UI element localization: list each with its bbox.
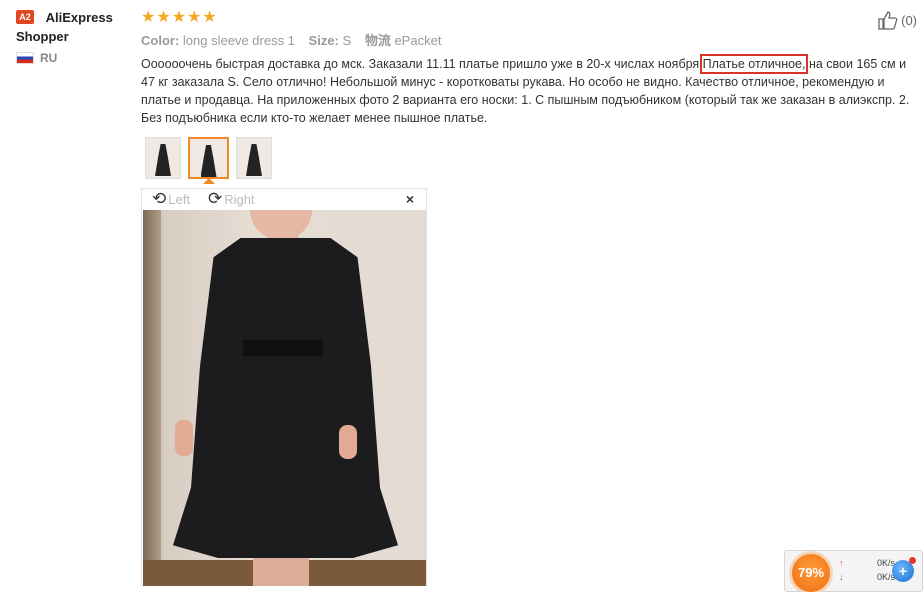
- star-icon: ★: [187, 9, 202, 26]
- dress-photo: [143, 210, 426, 586]
- dress-thumbnail-image: [155, 144, 171, 176]
- rotate-right-label: Right: [224, 191, 255, 207]
- logistics-label: 物流: [364, 33, 391, 48]
- rotate-left-button[interactable]: ⟲ Left: [152, 189, 190, 209]
- color-value: long sleeve dress 1: [182, 33, 295, 48]
- photo-thumbnails: [145, 137, 913, 179]
- star-icon: ★: [171, 9, 187, 26]
- thumbnail-1[interactable]: [145, 137, 181, 179]
- thumbnail-3[interactable]: [236, 137, 272, 179]
- review-item: ★ ★ ★ ★ ★ Color: long sleeve dress 1 Size: S…: [141, 9, 913, 179]
- reviewer-name-line2: Shopper: [16, 29, 69, 44]
- rotate-left-label: Left: [168, 191, 190, 207]
- network-speed-widget[interactable]: 79% ↑ 0K/s ↓ 0K/s +: [784, 550, 923, 592]
- reviewer-country: RU: [16, 51, 136, 65]
- size-label: Size:: [308, 33, 339, 48]
- star-icon: ★: [141, 9, 156, 26]
- rotate-right-button[interactable]: ⟳ Right: [208, 189, 255, 209]
- memory-usage-circle[interactable]: 79%: [789, 551, 833, 592]
- upload-speed: ↑ 0K/s: [839, 558, 895, 568]
- user-level-badge: A2: [16, 10, 34, 24]
- close-icon[interactable]: ×: [406, 191, 414, 207]
- dress-thumbnail-image: [200, 145, 217, 177]
- highlighted-phrase: Платье отличное,: [699, 54, 809, 74]
- review-text-start: Оооооочень быстрая доставка до мск. Зака…: [141, 57, 703, 71]
- helpful-count: (0): [901, 12, 917, 28]
- logistics-value: ePacket: [394, 33, 442, 48]
- country-code: RU: [40, 51, 58, 65]
- download-arrow-icon: ↓: [839, 572, 844, 582]
- active-thumbnail-caret: [203, 178, 215, 184]
- thumbnail-2[interactable]: [188, 137, 229, 179]
- reviewer-name: A2 AliExpress Shopper: [16, 8, 136, 46]
- star-rating: ★ ★ ★ ★ ★: [141, 9, 913, 27]
- star-icon: ★: [156, 9, 171, 26]
- russia-flag-icon: [16, 52, 34, 64]
- reviewer-info: A2 AliExpress Shopper RU: [16, 8, 136, 65]
- size-value: S: [342, 33, 352, 48]
- rotate-left-icon: ⟲: [152, 189, 167, 208]
- notification-dot: [909, 557, 916, 564]
- reviewer-name-line1: AliExpress: [45, 10, 113, 25]
- review-text: Оооооочень быстрая доставка до мск. Зака…: [141, 54, 911, 127]
- download-speed: ↓ 0K/s: [839, 572, 895, 582]
- color-label: Color:: [141, 33, 180, 48]
- viewer-toolbar: ⟲ Left ⟳ Right ×: [142, 189, 426, 210]
- review-meta: Color: long sleeve dress 1 Size: S 物流 eP…: [141, 32, 913, 50]
- helpful-button[interactable]: (0): [877, 10, 917, 30]
- star-icon: ★: [202, 9, 217, 26]
- thumbs-up-icon: [878, 11, 898, 30]
- rotate-right-icon: ⟳: [208, 189, 223, 208]
- image-viewer: ⟲ Left ⟳ Right ×: [141, 188, 427, 586]
- dress-thumbnail-image: [246, 144, 262, 176]
- upload-arrow-icon: ↑: [839, 558, 844, 568]
